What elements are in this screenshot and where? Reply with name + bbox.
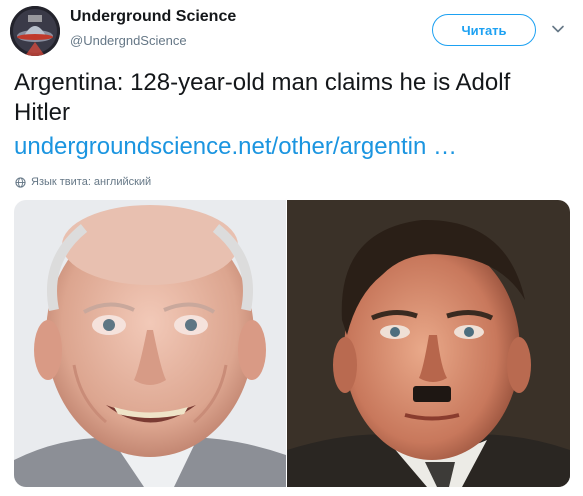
tweet-language: Язык твита: английский [15,175,151,189]
follow-button[interactable]: Читать [432,14,536,46]
chevron-down-icon[interactable] [551,22,565,36]
tweet-text: Argentina: 128-year-old man claims he is… [14,69,511,126]
user-handle[interactable]: @UndergndScience [70,33,187,48]
tweet-link[interactable]: undergroundscience.net/other/argentin … [14,132,457,162]
portrait-photo[interactable] [287,200,570,487]
elderly-man-photo[interactable] [14,200,286,487]
display-name[interactable]: Underground Science [70,8,236,26]
language-label: Язык твита: английский [31,176,152,188]
tweet-card: Underground Science @UndergndScience Чит… [0,0,583,496]
globe-icon [15,176,26,188]
ufo-avatar-icon[interactable] [10,6,60,56]
